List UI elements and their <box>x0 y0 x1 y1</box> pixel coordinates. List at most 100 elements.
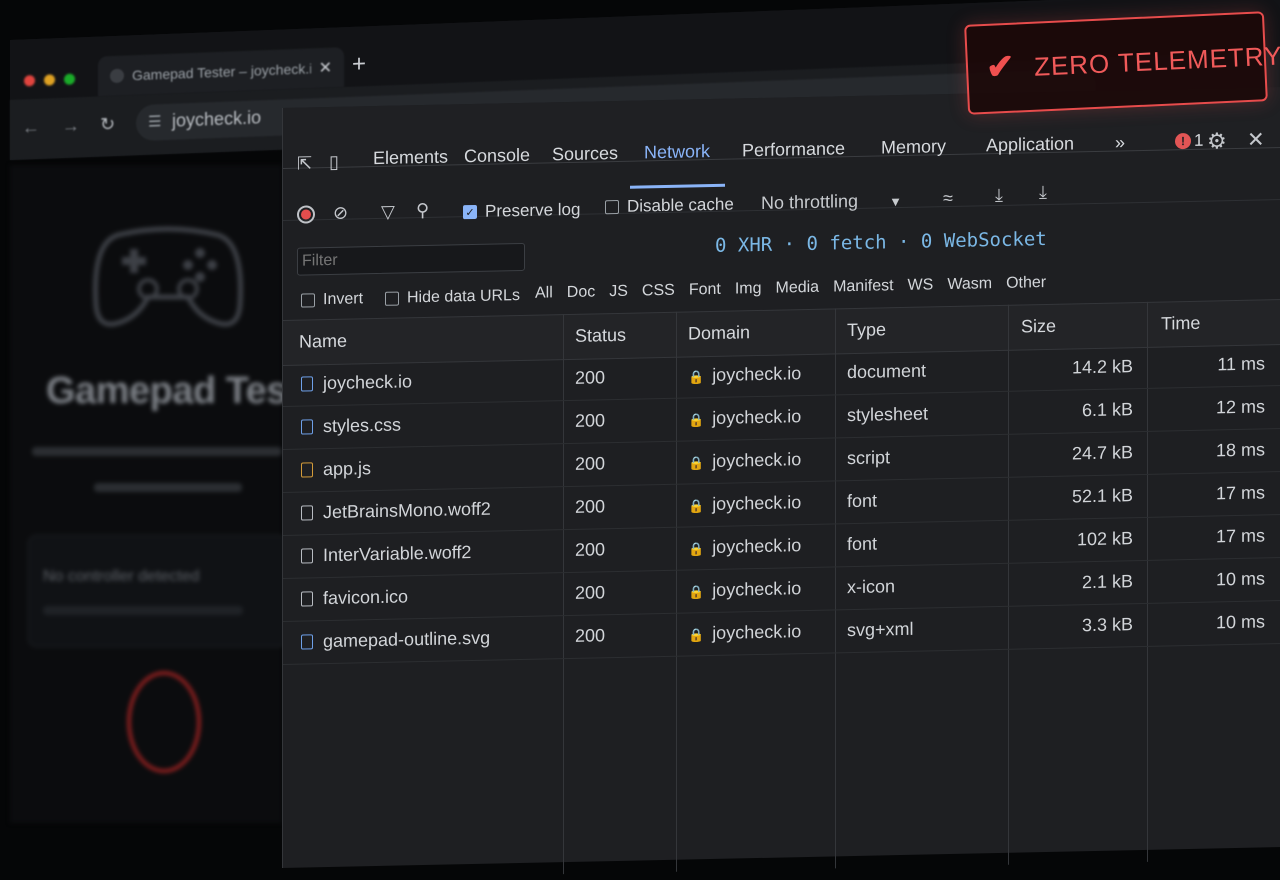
cell-type: script <box>847 447 890 469</box>
cell-status: 200 <box>575 410 605 432</box>
cell-size: 6.1 kB <box>1082 399 1133 421</box>
lock-icon: 🔒 <box>688 412 705 428</box>
cell-size: 3.3 kB <box>1082 614 1133 636</box>
hide-data-urls-label: Hide data URLs <box>407 287 520 307</box>
cell-type-text: document <box>847 360 927 383</box>
filter-css[interactable]: CSS <box>642 282 675 301</box>
cell-name: app.js <box>301 458 371 480</box>
cell-domain-text: joycheck.io <box>712 535 802 557</box>
filter-js[interactable]: JS <box>609 283 628 301</box>
close-icon[interactable]: ✕ <box>319 58 332 79</box>
badge-text: ZERO TELEMETRY <box>1033 40 1280 82</box>
cell-status: 200 <box>575 453 605 475</box>
cell-domain-text: joycheck.io <box>712 363 802 385</box>
cell-time-text: 10 ms <box>1215 568 1265 590</box>
cell-time-text: 12 ms <box>1215 396 1265 418</box>
forward-arrow-icon[interactable]: → <box>62 115 80 137</box>
cell-size-text: 24.7 kB <box>1071 442 1133 464</box>
cell-status: 200 <box>575 539 605 561</box>
cell-domain: 🔒 joycheck.io <box>688 621 801 644</box>
cell-name-text: app.js <box>323 458 372 480</box>
import-har-icon[interactable]: ⤓ <box>995 185 1003 206</box>
status-card: No controller detected <box>28 535 288 647</box>
filter-img[interactable]: Img <box>735 280 762 299</box>
cell-name: gamepad-outline.svg <box>301 628 490 653</box>
filter-icon[interactable]: ▽ <box>381 202 395 223</box>
hide-data-urls-checkbox[interactable]: Hide data URLs <box>385 287 520 308</box>
more-tabs-icon[interactable]: » <box>1115 132 1125 153</box>
cell-name: joycheck.io <box>301 371 412 394</box>
disable-cache-label: Disable cache <box>627 194 734 216</box>
column-header-type[interactable]: Type <box>847 319 886 341</box>
filter-ws[interactable]: WS <box>908 276 934 295</box>
cell-status-text: 200 <box>575 453 606 474</box>
column-header-status[interactable]: Status <box>575 325 626 347</box>
cell-time: 18 ms <box>1216 439 1265 461</box>
export-har-icon[interactable]: ⤓ <box>1039 182 1047 203</box>
invert-checkbox[interactable]: Invert <box>301 290 363 309</box>
cell-type: x-icon <box>847 576 895 598</box>
favicon-icon <box>110 68 124 84</box>
close-window-button[interactable] <box>24 75 35 87</box>
checkbox-unchecked-icon <box>605 199 619 215</box>
filter-other[interactable]: Other <box>1006 274 1046 293</box>
cell-name-text: gamepad-outline.svg <box>323 627 491 652</box>
tab-network[interactable]: Network <box>644 141 710 163</box>
error-icon: ! <box>1175 132 1191 150</box>
new-tab-button[interactable]: + <box>352 50 366 79</box>
reload-icon[interactable]: ↻ <box>100 114 115 136</box>
column-header-time[interactable]: Time <box>1161 313 1200 335</box>
column-header-size[interactable]: Size <box>1021 316 1056 338</box>
cell-domain-text: joycheck.io <box>712 492 802 514</box>
file-icon <box>301 419 313 435</box>
file-icon <box>301 462 313 478</box>
cell-time: 17 ms <box>1216 482 1265 504</box>
filter-doc[interactable]: Doc <box>567 283 595 302</box>
cell-domain-text: joycheck.io <box>712 406 802 428</box>
cell-type-text: font <box>847 490 878 512</box>
status-text: No controller detected <box>43 568 200 585</box>
error-counter[interactable]: ! 1 <box>1175 131 1203 152</box>
tab-memory[interactable]: Memory <box>881 136 946 158</box>
column-header-name[interactable]: Name <box>299 331 347 353</box>
cell-status: 200 <box>575 582 605 604</box>
cell-name-text: JetBrainsMono.woff2 <box>323 498 491 523</box>
cell-type: document <box>847 361 926 384</box>
filter-media[interactable]: Media <box>776 279 820 298</box>
back-arrow-icon[interactable]: ← <box>22 117 40 139</box>
cell-domain: 🔒 joycheck.io <box>688 492 801 515</box>
site-settings-icon[interactable]: ☰ <box>148 112 161 131</box>
column-header-domain[interactable]: Domain <box>688 322 750 344</box>
minimize-window-button[interactable] <box>44 74 55 86</box>
clear-icon[interactable]: ⊘ <box>333 203 348 224</box>
cell-name: InterVariable.woff2 <box>301 542 471 567</box>
cell-type-text: svg+xml <box>847 618 914 641</box>
tab-elements[interactable]: Elements <box>373 147 448 170</box>
preserve-log-label: Preserve log <box>485 199 581 221</box>
network-conditions-icon[interactable]: ≈ <box>943 188 953 209</box>
cell-time-text: 17 ms <box>1215 482 1265 504</box>
subtitle-placeholder <box>94 483 242 492</box>
maximize-window-button[interactable] <box>64 73 75 85</box>
search-icon[interactable]: ⚲ <box>416 200 429 221</box>
filter-input[interactable] <box>297 242 525 276</box>
record-button[interactable] <box>297 205 315 224</box>
cell-size: 24.7 kB <box>1072 442 1133 464</box>
devtools-panel: ⇱ ▯ Elements Console Sources Network Per… <box>282 87 1280 875</box>
filter-manifest[interactable]: Manifest <box>833 277 893 296</box>
lock-icon: 🔒 <box>688 498 705 514</box>
cell-name-text: favicon.ico <box>323 586 409 609</box>
filter-font[interactable]: Font <box>689 281 721 300</box>
filter-wasm[interactable]: Wasm <box>947 275 992 294</box>
cell-status-text: 200 <box>575 367 606 388</box>
disable-cache-checkbox[interactable]: Disable cache <box>605 195 734 218</box>
tab-sources[interactable]: Sources <box>552 143 618 165</box>
tab-console[interactable]: Console <box>464 145 530 167</box>
cell-name-text: joycheck.io <box>323 371 413 394</box>
cell-time-text: 10 ms <box>1215 611 1265 633</box>
lock-icon: 🔒 <box>688 369 705 385</box>
checkbox-unchecked-icon <box>301 293 315 308</box>
throttling-select[interactable]: No throttling ▼ <box>761 190 902 214</box>
filter-all[interactable]: All <box>535 284 553 302</box>
preserve-log-checkbox[interactable]: ✓ Preserve log <box>463 200 580 222</box>
